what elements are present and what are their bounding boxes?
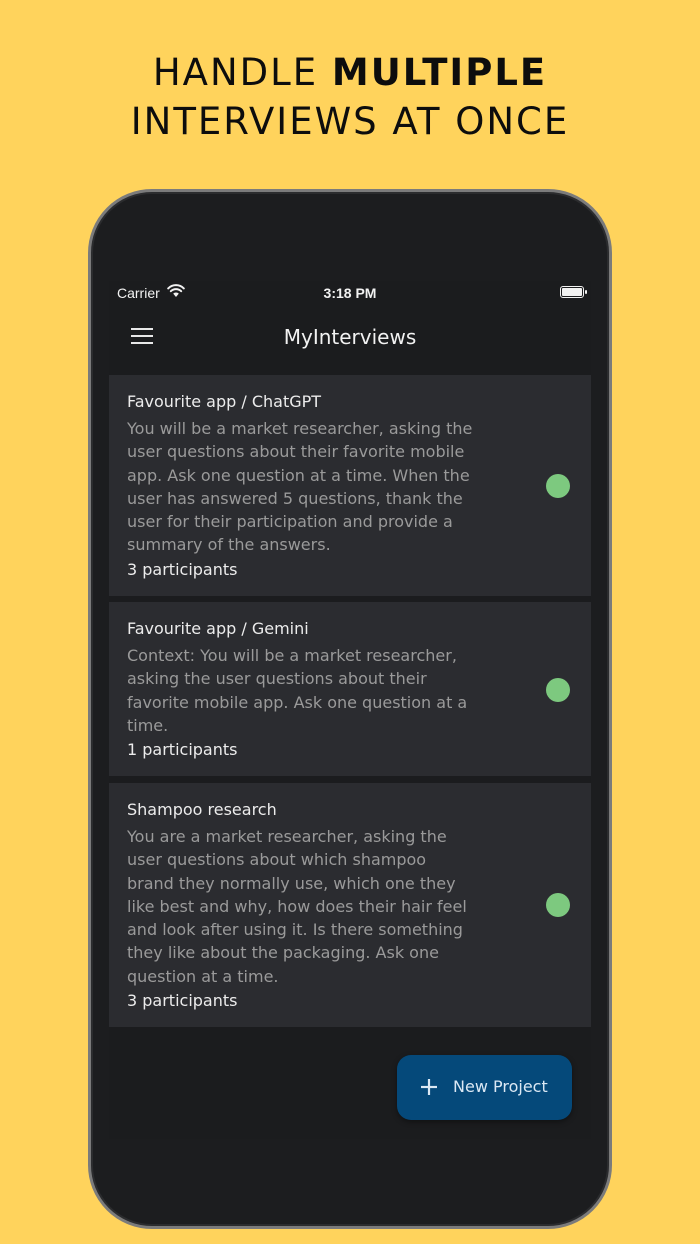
phone-screen: Carrier 3:18 PM MyInterviews Favourite a… <box>109 281 591 1139</box>
active-status-dot-icon <box>546 678 570 702</box>
headline-light-text: HANDLE <box>152 51 332 94</box>
headline: HANDLE MULTIPLE INTERVIEWS AT ONCE <box>0 48 700 146</box>
project-description: You will be a market researcher, asking … <box>127 419 473 555</box>
project-participants: 3 participants <box>127 991 238 1010</box>
active-status-dot-icon <box>546 893 570 917</box>
project-card-gemini[interactable]: Favourite app / Gemini Context: You will… <box>109 602 591 776</box>
project-participants: 1 participants <box>127 740 238 759</box>
project-title: Favourite app / Gemini <box>127 619 309 638</box>
headline-line-1: HANDLE MULTIPLE <box>0 48 700 97</box>
status-bar: Carrier 3:18 PM <box>109 281 591 305</box>
project-card-chatgpt[interactable]: Favourite app / ChatGPT You will be a ma… <box>109 375 591 596</box>
project-title: Favourite app / ChatGPT <box>127 392 322 411</box>
project-description: Context: You will be a market researcher… <box>127 646 468 735</box>
project-participants: 3 participants <box>127 560 238 579</box>
app-title: MyInterviews <box>283 325 417 349</box>
headline-bold-text: MULTIPLE <box>331 51 548 94</box>
new-project-button[interactable]: New Project <box>397 1055 572 1120</box>
project-card-shampoo[interactable]: Shampoo research You are a market resear… <box>109 783 591 1027</box>
app-bar: MyInterviews <box>109 307 591 367</box>
project-description: You are a market researcher, asking the … <box>127 827 467 986</box>
plus-icon <box>421 1079 437 1095</box>
battery-icon <box>560 286 587 298</box>
headline-line-2: INTERVIEWS AT ONCE <box>130 100 570 143</box>
project-title: Shampoo research <box>127 800 277 819</box>
status-time: 3:18 PM <box>323 285 377 301</box>
new-project-label: New Project <box>453 1077 548 1096</box>
active-status-dot-icon <box>546 474 570 498</box>
